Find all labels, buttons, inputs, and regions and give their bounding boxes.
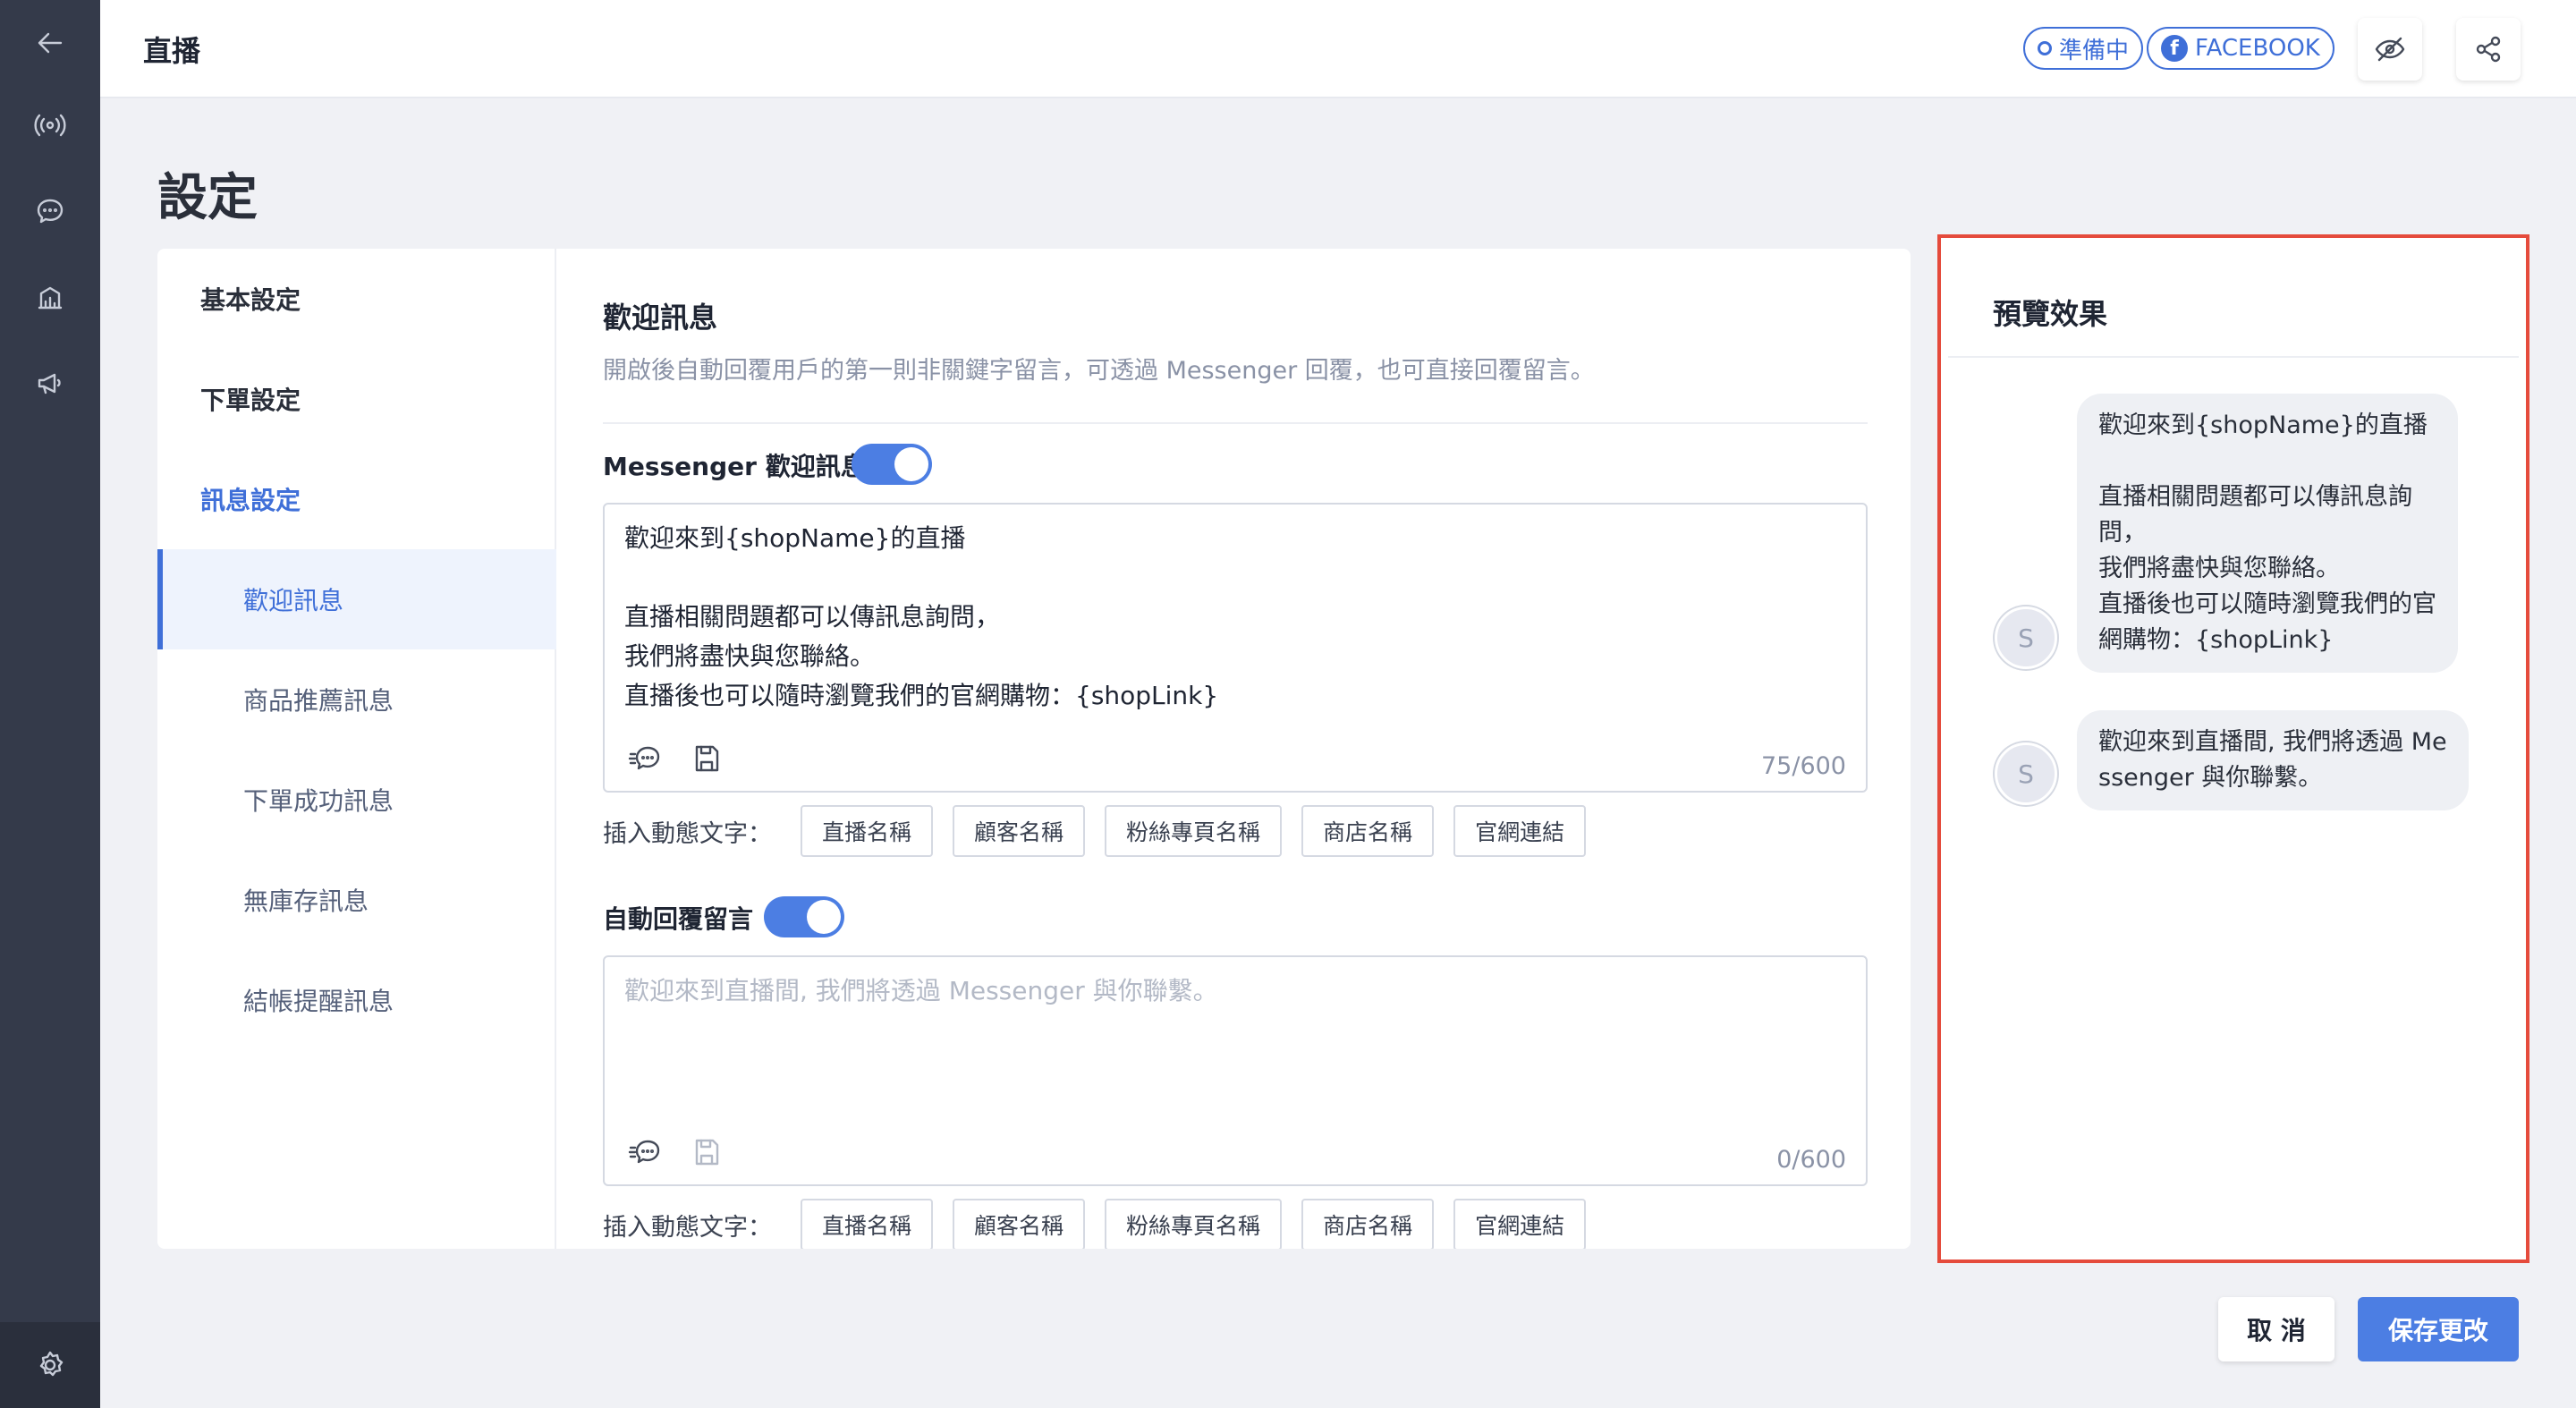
chip-shop-name[interactable]: 商店名稱 (1301, 805, 1435, 857)
status-pill-label: 準備中 (2059, 37, 2130, 64)
save-button[interactable]: 保存更改 (2358, 1297, 2519, 1361)
preview-divider (1948, 356, 2519, 358)
chip-site-link[interactable]: 官網連結 (1453, 805, 1587, 857)
preview-bubble-comment: 歡迎來到直播間, 我們將透過 Me ssenger 與你聯繫。 (2077, 710, 2469, 810)
auto-reply-char-count: 0/600 (1776, 1146, 1846, 1174)
preview-panel: 預覽效果 S 歡迎來到{shopName}的直播 直播相關問題都可以傳訊息詢 問… (1937, 234, 2529, 1263)
preview-inner: 預覽效果 S 歡迎來到{shopName}的直播 直播相關問題都可以傳訊息詢 問… (1948, 245, 2519, 1252)
settings-gear-icon[interactable] (0, 1322, 100, 1408)
messenger-char-count: 75/600 (1761, 752, 1846, 780)
settings-nav: 基本設定 下單設定 訊息設定 歡迎訊息 商品推薦訊息 下單成功訊息 無庫存訊息 … (157, 249, 556, 1249)
nav-item-order-success[interactable]: 下單成功訊息 (157, 750, 556, 850)
save-template-icon[interactable] (689, 741, 724, 776)
auto-reply-insert-row: 插入動態文字： 直播名稱 顧客名稱 粉絲專頁名稱 商店名稱 官網連結 (603, 1199, 1587, 1249)
quick-reply-icon[interactable] (628, 1134, 664, 1170)
eye-off-icon (2375, 37, 2405, 62)
divider (603, 422, 1868, 424)
insert-label: 插入動態文字： (603, 1213, 772, 1242)
nav-item-basic[interactable]: 基本設定 (157, 249, 556, 349)
section-description: 開啟後自動回覆用戶的第一則非關鍵字留言，可透過 Messenger 回覆，也可直… (603, 357, 1595, 385)
nav-item-out-of-stock[interactable]: 無庫存訊息 (157, 850, 556, 950)
chip-live-name[interactable]: 直播名稱 (801, 1199, 934, 1249)
avatar: S (1995, 606, 2057, 669)
status-pill: 準備中 (2023, 27, 2144, 70)
editor-toolbar (628, 741, 724, 776)
auto-reply-label: 自動回覆留言 (603, 904, 754, 934)
facebook-pill: f FACEBOOK (2147, 27, 2334, 70)
page-title: 設定 (157, 169, 258, 227)
cancel-button[interactable]: 取 消 (2218, 1297, 2334, 1361)
shop-analytics-icon[interactable] (0, 254, 100, 340)
preview-title: 預覽效果 (1993, 297, 2108, 331)
chip-site-link[interactable]: 官網連結 (1453, 1199, 1587, 1249)
messenger-welcome-label: Messenger 歡迎訊息 (603, 452, 866, 481)
hide-preview-button[interactable] (2358, 18, 2422, 81)
chip-shop-name[interactable]: 商店名稱 (1301, 1199, 1435, 1249)
nav-item-product-recommend[interactable]: 商品推薦訊息 (157, 649, 556, 750)
auto-reply-toggle[interactable] (764, 896, 844, 937)
back-arrow-icon[interactable] (0, 0, 100, 86)
toggle-knob (894, 447, 928, 481)
chat-icon[interactable] (0, 168, 100, 254)
settings-card: 基本設定 下單設定 訊息設定 歡迎訊息 商品推薦訊息 下單成功訊息 無庫存訊息 … (157, 249, 1911, 1249)
messenger-welcome-text[interactable]: 歡迎來到{shopName}的直播 直播相關問題都可以傳訊息詢問， 我們將盡快與… (624, 519, 1218, 716)
share-button[interactable] (2456, 18, 2521, 81)
chip-fanpage-name[interactable]: 粉絲專頁名稱 (1105, 805, 1283, 857)
chip-customer-name[interactable]: 顧客名稱 (953, 1199, 1086, 1249)
save-template-icon (695, 1139, 719, 1166)
chip-fanpage-name[interactable]: 粉絲專頁名稱 (1105, 1199, 1283, 1249)
live-broadcast-icon[interactable] (0, 82, 100, 168)
chip-customer-name[interactable]: 顧客名稱 (953, 805, 1086, 857)
messenger-welcome-editor[interactable]: 歡迎來到{shopName}的直播 直播相關問題都可以傳訊息詢問， 我們將盡快與… (603, 503, 1868, 793)
preview-bubble-messenger: 歡迎來到{shopName}的直播 直播相關問題都可以傳訊息詢 問， 我們將盡快… (2077, 394, 2458, 673)
header-title: 直播 (143, 34, 201, 68)
chip-live-name[interactable]: 直播名稱 (801, 805, 934, 857)
nav-item-message[interactable]: 訊息設定 (157, 449, 556, 549)
messenger-welcome-toggle[interactable] (852, 444, 932, 485)
toggle-knob (807, 900, 841, 934)
nav-item-checkout-reminder[interactable]: 結帳提醒訊息 (157, 950, 556, 1050)
section-title: 歡迎訊息 (603, 301, 718, 335)
quick-reply-icon[interactable] (628, 741, 664, 776)
nav-item-order[interactable]: 下單設定 (157, 349, 556, 449)
facebook-pill-label: FACEBOOK (2195, 35, 2320, 62)
facebook-icon: f (2161, 35, 2188, 62)
top-bar: 直播 準備中 f FACEBOOK (100, 0, 2576, 98)
messenger-insert-row: 插入動態文字： 直播名稱 顧客名稱 粉絲專頁名稱 商店名稱 官網連結 (603, 805, 1587, 857)
auto-reply-editor[interactable]: 歡迎來到直播間, 我們將透過 Messenger 與你聯繫。 0/600 (603, 955, 1868, 1186)
left-rail (0, 0, 100, 1408)
auto-reply-placeholder[interactable]: 歡迎來到直播間, 我們將透過 Messenger 與你聯繫。 (624, 971, 1218, 1011)
status-dot-icon (2038, 41, 2052, 55)
avatar: S (1995, 742, 2057, 805)
editor-toolbar (628, 1134, 724, 1170)
insert-label: 插入動態文字： (603, 819, 772, 848)
megaphone-icon[interactable] (0, 340, 100, 426)
share-icon (2476, 36, 2501, 63)
nav-item-welcome[interactable]: 歡迎訊息 (157, 549, 556, 649)
